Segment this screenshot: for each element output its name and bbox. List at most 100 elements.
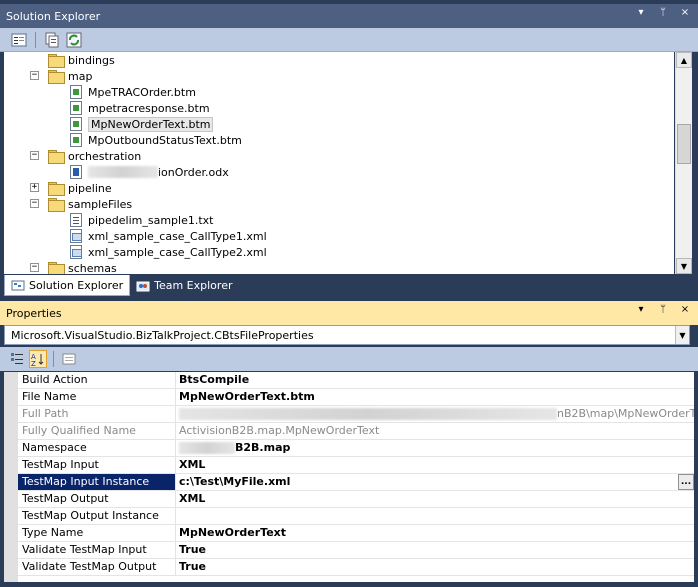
- browse-ellipsis-button[interactable]: ...: [678, 474, 694, 490]
- tree-node-label: schemas: [68, 261, 117, 275]
- tree-folder-sampleFiles[interactable]: sampleFiles: [48, 196, 132, 212]
- properties-icon[interactable]: [10, 31, 28, 49]
- xml-file-icon: [70, 229, 82, 243]
- property-name[interactable]: TestMap Output: [18, 491, 176, 507]
- map-file-icon: [70, 133, 82, 147]
- property-name[interactable]: Fully Qualified Name: [18, 423, 176, 439]
- property-row[interactable]: TestMap Input XML: [18, 457, 694, 474]
- tree-file[interactable]: MpeTRACOrder.btm: [70, 84, 196, 100]
- property-value-text: BtsCompile: [179, 373, 250, 386]
- properties-position-button[interactable]: ▾: [634, 304, 648, 315]
- property-name[interactable]: Full Path: [18, 406, 176, 422]
- chevron-down-icon[interactable]: ▼: [675, 326, 689, 344]
- property-value[interactable]: [176, 508, 694, 524]
- tree-folder-bindings[interactable]: bindings: [48, 52, 115, 68]
- tree-file[interactable]: pipedelim_sample1.txt: [70, 212, 214, 228]
- solution-tree[interactable]: bindings − map MpeTRACOrder.btm mpetracrespo…: [4, 52, 674, 274]
- property-name[interactable]: Type Name: [18, 525, 176, 541]
- solution-explorer-icon: [11, 280, 25, 291]
- tree-expander[interactable]: −: [30, 151, 39, 160]
- property-value[interactable]: MpNewOrderText: [176, 525, 694, 541]
- folder-icon: [48, 54, 65, 68]
- property-value[interactable]: c:\Test\MyFile.xml...: [176, 474, 694, 490]
- tree-folder-pipeline[interactable]: pipeline: [48, 180, 112, 196]
- tree-file[interactable]: xml_sample_case_CallType1.xml: [70, 228, 267, 244]
- property-name[interactable]: Namespace: [18, 440, 176, 456]
- solution-explorer-toolbar: [0, 28, 698, 52]
- tree-file[interactable]: mpetracresponse.btm: [70, 100, 210, 116]
- property-value[interactable]: True: [176, 559, 694, 575]
- property-value: ActivisionB2B.map.MpNewOrderText: [176, 423, 694, 439]
- scroll-down-button[interactable]: ▼: [676, 258, 692, 274]
- tree-node-label: map: [68, 69, 93, 83]
- property-row[interactable]: Fully Qualified Name ActivisionB2B.map.Mp…: [18, 423, 694, 440]
- property-value-text: True: [179, 543, 207, 556]
- properties-close-button[interactable]: ×: [678, 304, 692, 315]
- tab-solution-explorer[interactable]: Solution Explorer: [4, 275, 131, 296]
- redacted-text: [179, 408, 557, 420]
- property-row[interactable]: Validate TestMap Input True: [18, 542, 694, 559]
- tree-folder-schemas[interactable]: schemas: [48, 260, 117, 274]
- tree-node-label: orchestration: [68, 149, 142, 163]
- tree-node-label: xml_sample_case_CallType1.xml: [88, 229, 267, 243]
- folder-icon: [48, 182, 65, 196]
- properties-toolbar: AZ: [0, 347, 698, 371]
- property-value[interactable]: MpNewOrderText.btm: [176, 389, 694, 405]
- redacted-text: [88, 166, 158, 178]
- property-row[interactable]: Validate TestMap Output True: [18, 559, 694, 576]
- property-row[interactable]: Full Path nB2B\map\MpNewOrderTex: [18, 406, 694, 423]
- tree-file[interactable]: MpOutboundStatusText.btm: [70, 132, 242, 148]
- close-button[interactable]: ×: [678, 7, 692, 18]
- tree-file[interactable]: ionOrder.odx: [70, 164, 229, 180]
- solution-tree-scrollbar[interactable]: ▲ ▼: [675, 52, 692, 274]
- tree-node-label: pipedelim_sample1.txt: [88, 213, 214, 227]
- tree-folder-orchestration[interactable]: orchestration: [48, 148, 141, 164]
- property-grid[interactable]: Build Action BtsCompile File Name MpNewOrde…: [4, 372, 694, 582]
- object-selector-value: Microsoft.VisualStudio.BizTalkProject.CB…: [11, 328, 314, 342]
- property-name[interactable]: TestMap Input Instance: [18, 474, 176, 490]
- property-row[interactable]: File Name MpNewOrderText.btm: [18, 389, 694, 406]
- property-row[interactable]: TestMap Output XML: [18, 491, 694, 508]
- tree-folder-map[interactable]: map: [48, 68, 92, 84]
- property-name[interactable]: File Name: [18, 389, 176, 405]
- object-selector-dropdown[interactable]: Microsoft.VisualStudio.BizTalkProject.CB…: [4, 325, 690, 345]
- property-value[interactable]: True: [176, 542, 694, 558]
- property-name[interactable]: Validate TestMap Input: [18, 542, 176, 558]
- property-row[interactable]: TestMap Input Instance c:\Test\MyFile.xml…: [18, 474, 694, 491]
- tab-team-explorer[interactable]: Team Explorer: [130, 275, 238, 296]
- property-row[interactable]: TestMap Output Instance: [18, 508, 694, 525]
- alphabetical-icon[interactable]: AZ: [29, 350, 47, 368]
- window-position-button[interactable]: ▾: [634, 7, 648, 18]
- property-name[interactable]: Validate TestMap Output: [18, 559, 176, 575]
- tree-expander[interactable]: +: [30, 183, 39, 192]
- property-row[interactable]: Namespace B2B.map: [18, 440, 694, 457]
- property-value[interactable]: XML: [176, 457, 694, 473]
- tree-file[interactable]: MpNewOrderText.btm: [70, 116, 214, 132]
- property-value[interactable]: XML: [176, 491, 694, 507]
- property-name[interactable]: Build Action: [18, 372, 176, 388]
- property-name[interactable]: TestMap Input: [18, 457, 176, 473]
- categorized-icon[interactable]: [8, 350, 26, 368]
- property-row[interactable]: Type Name MpNewOrderText: [18, 525, 694, 542]
- tree-file[interactable]: xml_sample_case_CallType2.xml: [70, 244, 267, 260]
- property-value[interactable]: B2B.map: [176, 440, 694, 456]
- tree-node-label: ionOrder.odx: [158, 165, 229, 179]
- refresh-icon[interactable]: [65, 31, 83, 49]
- property-row[interactable]: Build Action BtsCompile: [18, 372, 694, 389]
- scroll-up-button[interactable]: ▲: [676, 52, 692, 68]
- map-file-icon: [70, 85, 82, 99]
- tree-expander[interactable]: −: [30, 199, 39, 208]
- xml-file-icon: [70, 245, 82, 259]
- tree-expander[interactable]: −: [30, 263, 39, 272]
- property-pages-icon[interactable]: [60, 350, 78, 368]
- tree-node-label: MpeTRACOrder.btm: [88, 85, 196, 99]
- tree-expander[interactable]: −: [30, 71, 39, 80]
- tab-team-explorer-label: Team Explorer: [154, 279, 233, 292]
- show-all-files-icon[interactable]: [43, 31, 61, 49]
- auto-hide-pin-button[interactable]: ᛘ: [656, 7, 670, 18]
- scroll-thumb[interactable]: [677, 124, 691, 164]
- property-value[interactable]: BtsCompile: [176, 372, 694, 388]
- property-name[interactable]: TestMap Output Instance: [18, 508, 176, 524]
- tree-node-label: mpetracresponse.btm: [88, 101, 210, 115]
- properties-pin-button[interactable]: ᛘ: [656, 304, 670, 315]
